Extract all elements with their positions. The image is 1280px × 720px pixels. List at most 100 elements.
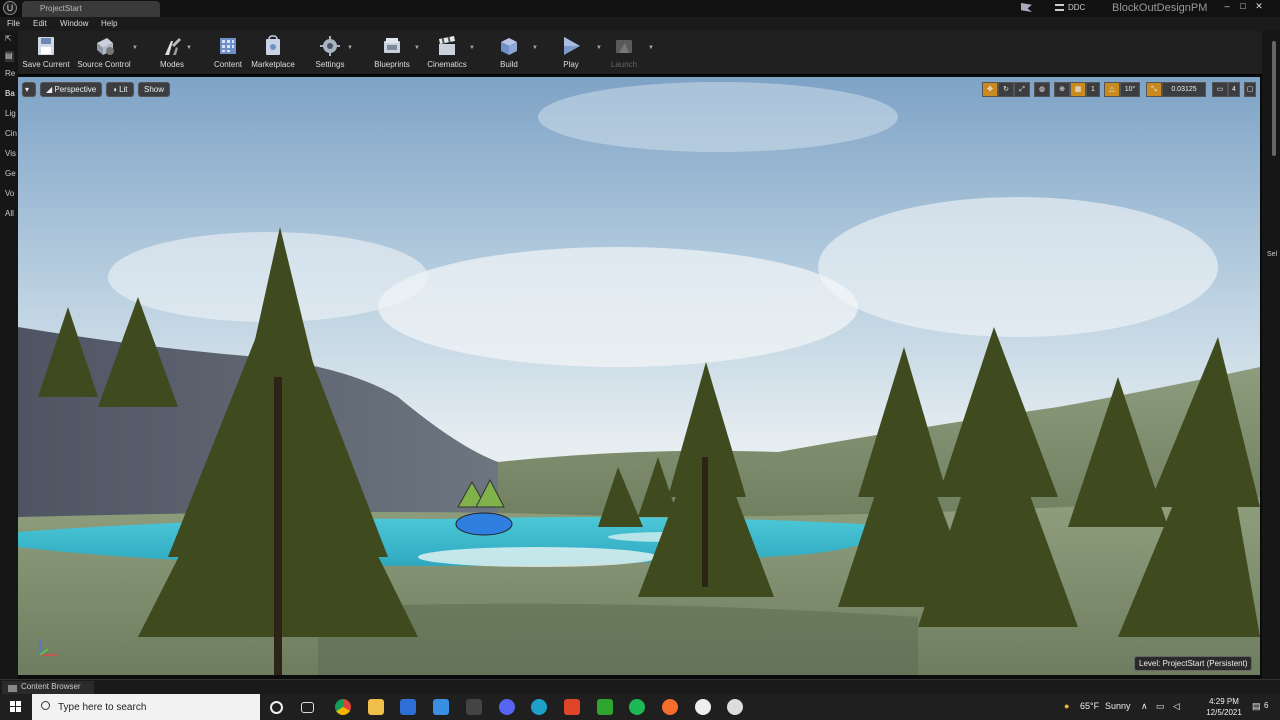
ddc-label[interactable]: DDC xyxy=(1068,3,1085,12)
level-viewport[interactable] xyxy=(18,77,1260,675)
unreal-icon[interactable] xyxy=(695,699,711,715)
content-browser-tab[interactable]: Content Browser xyxy=(2,681,94,694)
left-tab-all-classes[interactable]: All xyxy=(5,209,14,218)
menu-edit[interactable]: Edit xyxy=(33,19,47,28)
launch-dropdown-icon[interactable]: ▼ xyxy=(648,45,654,51)
left-tab-visual-effects[interactable]: Vis xyxy=(5,149,16,158)
weather-temp[interactable]: 65°F xyxy=(1080,701,1099,711)
weather-icon[interactable]: ● xyxy=(1064,701,1069,711)
select-mode-icon[interactable]: ⇱ xyxy=(5,34,12,43)
rotate-tool-icon[interactable]: ↻ xyxy=(998,82,1014,97)
right-panel: Sel xyxy=(1262,31,1280,679)
windows-start-icon[interactable] xyxy=(10,701,22,713)
notification-center-icon[interactable]: ▤ xyxy=(1252,701,1261,712)
maximize-viewport-icon[interactable]: ▢ xyxy=(1244,82,1256,97)
chrome-icon[interactable] xyxy=(335,699,351,715)
system-clock[interactable]: 4:29 PM 12/5/2021 xyxy=(1198,696,1250,718)
cinematics-dropdown-icon[interactable]: ▼ xyxy=(469,45,475,51)
source-control-dropdown-icon[interactable]: ▼ xyxy=(132,45,138,51)
task-view-icon[interactable] xyxy=(301,702,314,713)
marketplace-label: Marketplace xyxy=(251,60,295,69)
left-tab-basic[interactable]: Ba xyxy=(5,89,15,98)
lit-button[interactable]: ◑ Lit xyxy=(106,82,134,97)
mail-icon[interactable] xyxy=(433,699,449,715)
perspective-button[interactable]: ◢ Perspective xyxy=(40,82,103,97)
content-label: Content xyxy=(213,60,243,69)
source-control-label: Source Control xyxy=(77,60,131,69)
rotation-snap-icon[interactable]: △ xyxy=(1104,82,1120,97)
blueprints-dropdown-icon[interactable]: ▼ xyxy=(414,45,420,51)
settings-button[interactable]: Settings xyxy=(310,33,350,73)
notification-flag-icon[interactable] xyxy=(1021,3,1032,12)
taskbar-search-box[interactable]: Type here to search xyxy=(32,694,260,720)
content-browser-icon xyxy=(8,685,17,692)
3d-app-icon[interactable] xyxy=(466,699,482,715)
grid-snap-icon[interactable]: ▦ xyxy=(1070,82,1086,97)
left-tab-volumes[interactable]: Vo xyxy=(5,189,14,198)
scale-snap-icon[interactable]: ⤡ xyxy=(1146,82,1162,97)
world-local-icon[interactable]: ◍ xyxy=(1034,82,1050,97)
left-tab-cinematic[interactable]: Cin xyxy=(5,129,17,138)
perspective-label: Perspective xyxy=(54,85,97,94)
left-panel-tabs: ⇱ ▤ Re Ba Lig Cin Vis Ge Vo All xyxy=(0,31,18,679)
cinematics-button[interactable]: Cinematics xyxy=(424,33,470,73)
weather-text[interactable]: Sunny xyxy=(1105,701,1131,711)
left-tab-lights[interactable]: Lig xyxy=(5,109,16,118)
show-label: Show xyxy=(144,85,165,94)
project-name: BlockOutDesignPM xyxy=(1112,2,1208,14)
network-icon[interactable]: ▭ xyxy=(1156,701,1165,712)
translate-tool-icon[interactable]: ✥ xyxy=(982,82,998,97)
maximize-button[interactable]: □ xyxy=(1236,0,1250,12)
cortana-icon[interactable] xyxy=(270,701,283,714)
scale-tool-icon[interactable]: ⤢ xyxy=(1014,82,1030,97)
content-button[interactable]: Content xyxy=(210,33,246,73)
marketplace-button[interactable]: Marketplace xyxy=(248,33,298,73)
blueprints-label: Blueprints xyxy=(374,60,410,69)
save-current-button[interactable]: Save Current xyxy=(22,33,70,73)
viewport-options-button[interactable]: ▾ xyxy=(22,82,36,97)
xbox-icon[interactable] xyxy=(597,699,613,715)
play-dropdown-icon[interactable]: ▼ xyxy=(596,45,602,51)
camera-speed-icon[interactable]: ▭ xyxy=(1212,82,1228,97)
outliner-scrollbar[interactable] xyxy=(1272,41,1276,156)
surface-snap-icon[interactable]: ⊕ xyxy=(1054,82,1070,97)
blueprints-icon xyxy=(384,38,400,53)
play-button[interactable]: Play xyxy=(554,33,588,73)
modes-button[interactable]: Modes xyxy=(154,33,190,73)
tray-chevron-icon[interactable]: ∧ xyxy=(1141,701,1148,712)
close-button[interactable]: ✕ xyxy=(1252,0,1266,12)
clock-date: 12/5/2021 xyxy=(1206,708,1242,717)
content-browser-label: Content Browser xyxy=(21,682,81,691)
show-button[interactable]: Show xyxy=(138,82,171,97)
grid-snap-value[interactable]: 1 xyxy=(1086,82,1100,97)
edge-icon[interactable] xyxy=(531,699,547,715)
left-tab-recent[interactable]: Re xyxy=(5,69,15,78)
minimize-button[interactable]: – xyxy=(1220,0,1234,12)
steam-icon[interactable] xyxy=(727,699,743,715)
camera-speed-value[interactable]: 4 xyxy=(1228,82,1240,97)
store-icon[interactable] xyxy=(400,699,416,715)
volume-icon[interactable]: ◁ xyxy=(1173,701,1180,712)
placement-icon[interactable]: ▤ xyxy=(5,51,14,62)
origin-icon[interactable] xyxy=(662,699,678,715)
settings-dropdown-icon[interactable]: ▼ xyxy=(347,45,353,51)
build-button[interactable]: Build xyxy=(492,33,526,73)
content-icon xyxy=(220,38,236,54)
launch-button[interactable]: Launch xyxy=(606,33,642,73)
file-explorer-icon[interactable] xyxy=(368,699,384,715)
left-tab-geometry[interactable]: Ge xyxy=(5,169,16,178)
discord-icon[interactable] xyxy=(499,699,515,715)
play-icon xyxy=(564,37,580,55)
build-dropdown-icon[interactable]: ▼ xyxy=(532,45,538,51)
scale-snap-value[interactable]: 0.03125 xyxy=(1162,82,1206,97)
source-control-button[interactable]: Source Control xyxy=(74,33,134,73)
menu-window[interactable]: Window xyxy=(60,19,88,28)
office-icon[interactable] xyxy=(564,699,580,715)
spotify-icon[interactable] xyxy=(629,699,645,715)
menu-help[interactable]: Help xyxy=(101,19,117,28)
menu-file[interactable]: File xyxy=(7,19,20,28)
modes-dropdown-icon[interactable]: ▼ xyxy=(186,45,192,51)
rotation-snap-value[interactable]: 10° xyxy=(1120,82,1140,97)
blueprints-button[interactable]: Blueprints xyxy=(370,33,414,73)
document-tab[interactable]: ProjectStart xyxy=(22,1,160,17)
